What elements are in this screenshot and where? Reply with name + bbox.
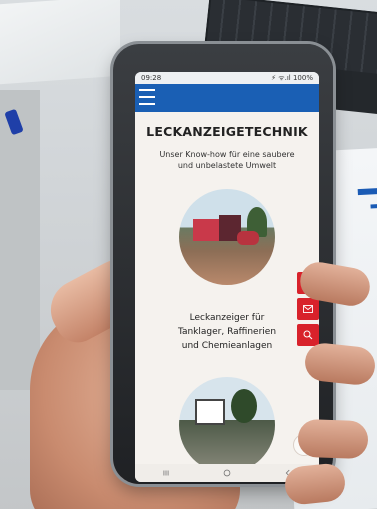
caption-line: Tanklager, Raffinerien: [177, 327, 277, 337]
background-surface: [0, 90, 40, 390]
page-title: LECKANZEIGETECHNIK: [146, 124, 308, 139]
tank-farm-image: [179, 189, 275, 285]
home-icon[interactable]: [222, 468, 232, 478]
page-subtitle: Unser Know-how für eine saubere und unbe…: [135, 149, 319, 171]
hand-finger: [297, 418, 369, 460]
search-button[interactable]: [297, 324, 319, 346]
background-paper: [0, 0, 120, 85]
building-image: [179, 377, 275, 473]
page-content: LECKANZEIGETECHNIK Unser Know-how für ei…: [135, 112, 319, 473]
subtitle-line: Unser Know-how für eine saubere: [159, 150, 295, 159]
phone-screen: 09:28 ⚡ ᯤ.ıl 100% LECKANZEIGETECHNIK Uns…: [135, 72, 319, 482]
caption-line: und Chemieanlagen: [181, 341, 273, 351]
image-border: [0, 509, 385, 517]
status-bar: 09:28 ⚡ ᯤ.ıl 100%: [135, 72, 319, 84]
smartphone: 09:28 ⚡ ᯤ.ıl 100% LECKANZEIGETECHNIK Uns…: [113, 44, 333, 484]
status-indicators: ⚡ ᯤ.ıl 100%: [271, 73, 313, 82]
site-header: [135, 84, 319, 112]
caption-line: Leckanzeiger für: [189, 313, 265, 323]
mail-button[interactable]: [297, 298, 319, 320]
status-time: 09:28: [141, 74, 162, 82]
search-icon: [303, 330, 313, 340]
subtitle-line: und unbelastete Umwelt: [177, 161, 277, 170]
image-border: [377, 0, 385, 517]
hamburger-icon[interactable]: [139, 89, 155, 105]
mail-icon: [303, 305, 313, 313]
recent-apps-icon[interactable]: [161, 468, 171, 478]
section-caption: Leckanzeiger für Tanklager, Raffinerien …: [135, 311, 319, 353]
photo-scene: 09:28 ⚡ ᯤ.ıl 100% LECKANZEIGETECHNIK Uns…: [0, 0, 385, 517]
